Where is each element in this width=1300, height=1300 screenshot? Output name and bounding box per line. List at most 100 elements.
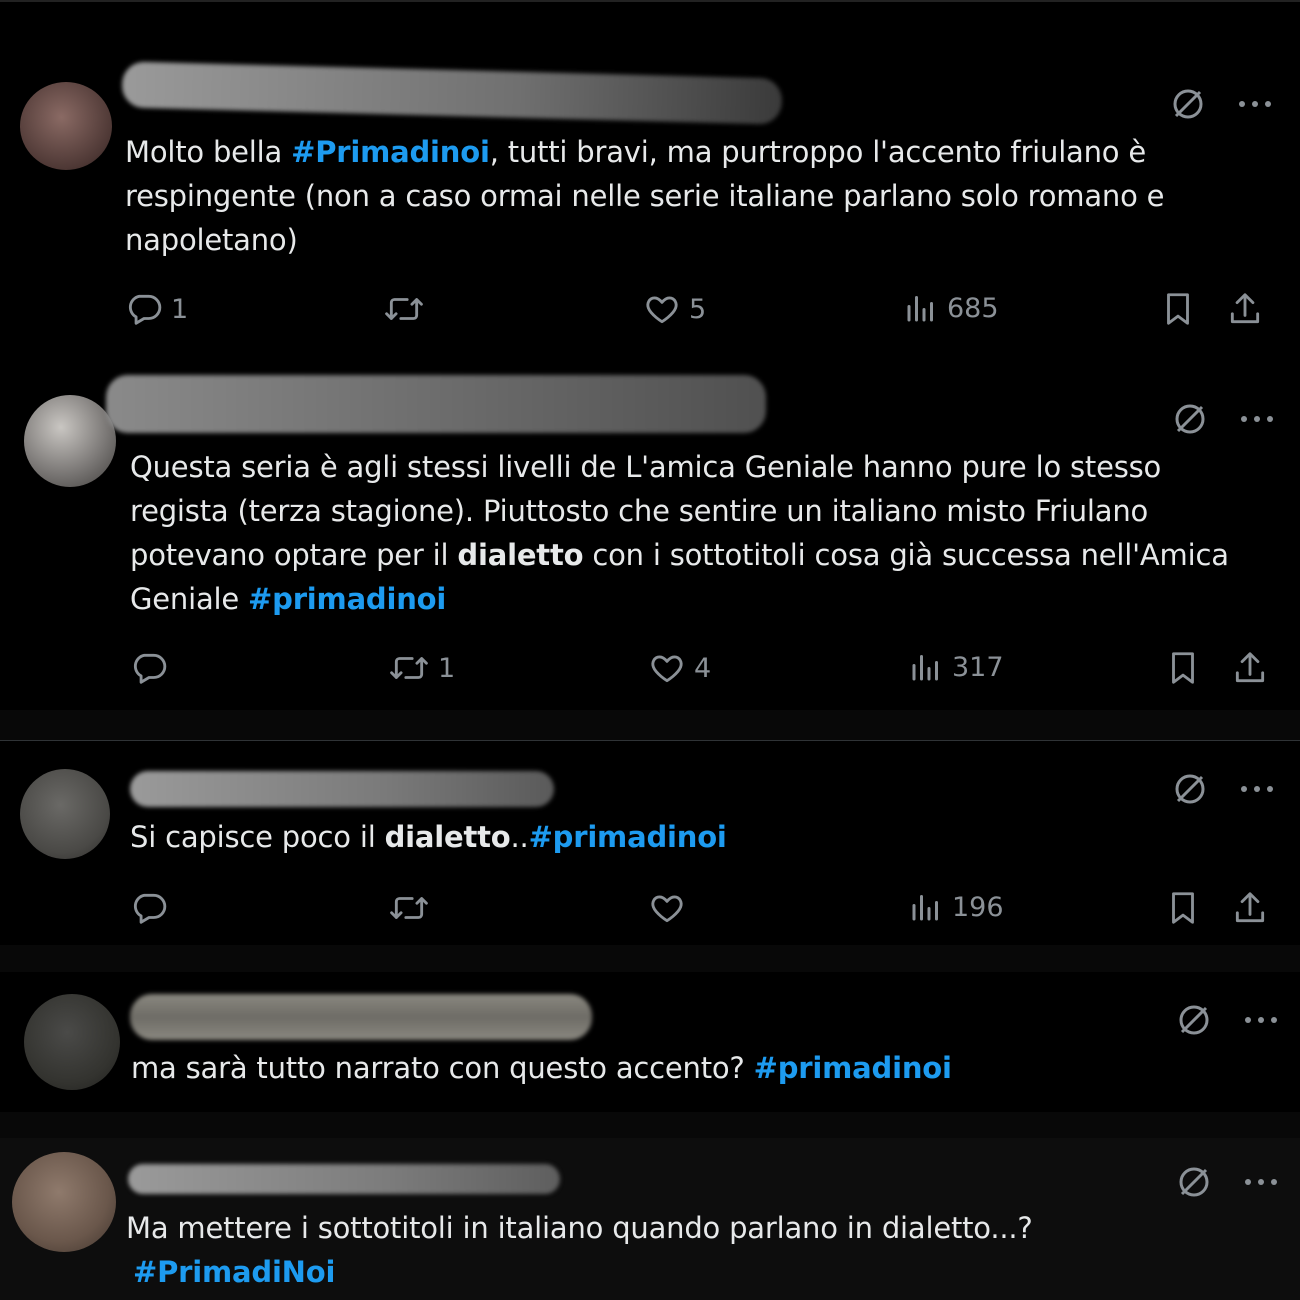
text-segment: ma sarà tutto narrato con questo accento… (131, 1051, 754, 1085)
reply-button[interactable]: 1 (125, 290, 188, 328)
bookmark-button[interactable] (1159, 290, 1197, 328)
username-redacted (130, 771, 554, 807)
avatar[interactable] (12, 1152, 116, 1252)
avatar[interactable] (24, 395, 116, 487)
post-text: Molto bella #Primadinoi, tutti bravi, ma… (125, 130, 1164, 262)
repost-button[interactable] (383, 290, 433, 328)
text-segment: .. (510, 820, 529, 854)
views-button[interactable]: 317 (908, 649, 1004, 685)
text-segment: con i sottotitoli cosa già successa nell… (583, 538, 1229, 572)
speech-bubble-icon (133, 653, 167, 684)
bar-chart-icon (907, 296, 933, 322)
views-count: 685 (947, 292, 999, 324)
hashtag-link[interactable]: #primadinoi (754, 1051, 952, 1085)
grok-icon[interactable] (1172, 401, 1208, 437)
reply-count: 1 (171, 293, 189, 325)
like-button[interactable] (648, 889, 694, 927)
views-count: 196 (952, 891, 1004, 923)
divider (0, 945, 1300, 972)
views-button[interactable]: 196 (908, 889, 1004, 925)
username-redacted (106, 375, 766, 433)
username-redacted (128, 1164, 560, 1194)
text-segment: Si capisce poco il (130, 820, 385, 854)
more-dots-icon[interactable] (1240, 784, 1274, 794)
divider (0, 710, 1300, 740)
repost-count: 1 (438, 652, 456, 684)
post-3[interactable]: Si capisce poco il dialetto..#primadinoi… (0, 740, 1300, 946)
text-segment: Molto bella (125, 135, 292, 169)
post-4[interactable]: ma sarà tutto narrato con questo accento… (0, 972, 1300, 1112)
grok-icon[interactable] (1176, 1164, 1212, 1200)
action-bar: 196 (130, 889, 1280, 929)
share-button[interactable] (1230, 889, 1270, 927)
avatar[interactable] (24, 994, 120, 1090)
post-top-actions (1172, 401, 1274, 437)
views-button[interactable]: 685 (903, 290, 999, 326)
text-line: Ma mettere i sottotitoli in italiano qua… (126, 1211, 1033, 1245)
bar-chart-icon (912, 895, 938, 921)
text-line: napoletano) (125, 223, 298, 257)
post-text: Questa seria è agli stessi livelli de L'… (130, 445, 1229, 621)
post-top-actions (1170, 86, 1272, 122)
action-bar: 1 5 685 (125, 290, 1275, 330)
grok-icon[interactable] (1176, 1002, 1212, 1038)
heart-icon (646, 296, 678, 324)
action-bar: 1 4 317 (130, 649, 1280, 689)
share-button[interactable] (1230, 649, 1270, 687)
reply-button[interactable] (130, 889, 176, 927)
grok-icon[interactable] (1170, 86, 1206, 122)
post-top-actions (1176, 1164, 1278, 1200)
repost-arrows-icon (385, 298, 423, 320)
like-count: 4 (694, 652, 712, 684)
divider (0, 1112, 1300, 1138)
post-text: Ma mettere i sottotitoli in italiano qua… (126, 1206, 1033, 1294)
hashtag-link[interactable]: #primadinoi (529, 820, 727, 854)
share-button[interactable] (1225, 290, 1265, 328)
share-upload-icon (1235, 652, 1265, 683)
text-line: Questa seria è agli stessi livelli de L'… (130, 450, 1162, 484)
avatar[interactable] (20, 82, 112, 170)
bookmark-button[interactable] (1164, 889, 1202, 927)
bookmark-button[interactable] (1164, 649, 1202, 687)
bold-text: dialetto (457, 538, 584, 572)
bookmark-icon (1172, 892, 1194, 924)
like-button[interactable]: 5 (643, 290, 706, 328)
bookmark-icon (1167, 293, 1189, 325)
post-text: ma sarà tutto narrato con questo accento… (131, 1046, 952, 1090)
text-segment: Geniale (130, 582, 249, 616)
username-redacted (130, 994, 592, 1040)
post-5[interactable]: Ma mettere i sottotitoli in italiano qua… (0, 1138, 1300, 1300)
post-text: Si capisce poco il dialetto..#primadinoi (130, 815, 727, 859)
repost-button[interactable]: 1 (388, 649, 455, 687)
hashtag-link[interactable]: #primadinoi (248, 582, 446, 616)
hashtag-link[interactable]: #Primadinoi (291, 135, 490, 169)
share-upload-icon (1230, 293, 1260, 324)
repost-button[interactable] (388, 889, 438, 927)
more-dots-icon[interactable] (1244, 1015, 1278, 1025)
text-segment: potevano optare per il (130, 538, 458, 572)
bookmark-icon (1172, 652, 1194, 684)
bold-text: dialetto (384, 820, 511, 854)
more-dots-icon[interactable] (1244, 1177, 1278, 1187)
more-dots-icon[interactable] (1238, 99, 1272, 109)
repost-arrows-icon (390, 897, 428, 919)
text-segment: , tutti bravi, ma purtroppo l'accento fr… (489, 135, 1147, 169)
grok-icon[interactable] (1172, 771, 1208, 807)
share-upload-icon (1235, 892, 1265, 923)
hashtag-link[interactable]: #PrimadiNoi (133, 1255, 335, 1289)
post-1[interactable]: Molto bella #Primadinoi, tutti bravi, ma… (0, 0, 1300, 347)
post-top-actions (1176, 1002, 1278, 1038)
like-button[interactable]: 4 (648, 649, 711, 687)
post-2[interactable]: Questa seria è agli stessi livelli de L'… (0, 345, 1300, 710)
text-line: respingente (non a caso ormai nelle seri… (125, 179, 1165, 213)
heart-icon (651, 655, 683, 683)
speech-bubble-icon (128, 294, 162, 325)
avatar[interactable] (20, 769, 110, 859)
views-count: 317 (952, 651, 1004, 683)
speech-bubble-icon (133, 893, 167, 924)
text-line: regista (terza stagione). Piuttosto che … (130, 494, 1149, 528)
bar-chart-icon (912, 655, 938, 681)
repost-arrows-icon (390, 657, 428, 679)
reply-button[interactable] (130, 649, 176, 687)
more-dots-icon[interactable] (1240, 414, 1274, 424)
